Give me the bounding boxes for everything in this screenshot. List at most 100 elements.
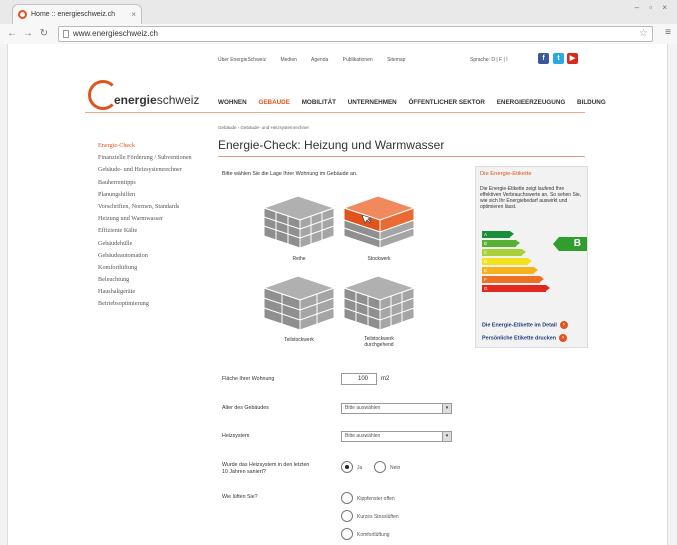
- sidebar-item-planungshilfen[interactable]: Planungshilfen: [98, 189, 210, 201]
- sidebar-nav: Energie-Check Finanzielle Förderung / Su…: [98, 140, 210, 311]
- logo-text: energieschweiz: [114, 93, 200, 107]
- reload-icon[interactable]: ↻: [38, 27, 50, 41]
- alter-select[interactable]: Bitte auswählen ▾: [341, 403, 452, 414]
- nav-gebaeude[interactable]: GEBÄUDE: [258, 99, 290, 106]
- browser-tab[interactable]: Home :: energieschweiz.ch ×: [12, 4, 142, 24]
- lueften-stossluften-radio[interactable]: [341, 510, 353, 522]
- main-navigation: WOHNEN GEBÄUDE MOBILITÄT UNTERNEHMEN ÖFF…: [218, 99, 616, 106]
- browser-toolbar: ← → ↻ www.energieschweiz.ch ☆ ≡: [0, 24, 677, 44]
- meta-link-sitemap[interactable]: Sitemap: [387, 57, 405, 63]
- chevron-down-icon: ▾: [442, 404, 451, 413]
- lueften-label: Wie lüften Sie?: [222, 494, 258, 500]
- etikette-text: Die Energie-Etikette zeigt laufend Ihre …: [480, 186, 582, 210]
- sidebar-item-foerderung[interactable]: Finanzielle Förderung / Subventionen: [98, 152, 210, 164]
- page-icon: [63, 30, 69, 38]
- alter-select-value: Bitte auswählen: [345, 405, 381, 411]
- energy-class-f: F: [482, 276, 544, 283]
- language-switcher[interactable]: Sprache: D | F | I: [470, 57, 508, 63]
- etikette-print-link[interactable]: Persönliche Etikette drucken ›: [482, 334, 567, 342]
- window-controls[interactable]: – ▫ ×: [635, 3, 671, 12]
- menu-icon[interactable]: ≡: [665, 27, 671, 38]
- address-bar[interactable]: www.energieschweiz.ch ☆: [58, 26, 653, 42]
- favicon-icon: [18, 10, 27, 19]
- meta-link-ueber[interactable]: Über EnergieSchweiz: [218, 57, 266, 63]
- nav-oeffentlicher-sektor[interactable]: ÖFFENTLICHER SEKTOR: [408, 99, 485, 106]
- saniert-nein-radio[interactable]: [374, 461, 386, 473]
- building-label-reihe: Reihe: [292, 256, 306, 262]
- heizsystem-select-value: Bitte auswählen: [345, 433, 381, 439]
- intro-text: Bitte wählen Sie die Lage Ihrer Wohnung …: [222, 171, 358, 177]
- nav-divider: [85, 112, 585, 113]
- saniert-ja-label: Ja: [357, 465, 363, 471]
- site-logo[interactable]: energieschweiz: [88, 80, 200, 114]
- sidebar-item-komfortlueftung[interactable]: Komfortlüftung: [98, 262, 210, 274]
- energy-class-d: D: [482, 258, 532, 265]
- sidebar-item-haushaltgeraete[interactable]: Haushaltgeräte: [98, 286, 210, 298]
- flaeche-unit: m2: [381, 376, 390, 382]
- nav-energieerzeugung[interactable]: ENERGIEERZEUGUNG: [497, 99, 566, 106]
- sidebar-item-beleuchtung[interactable]: Beleuchtung: [98, 274, 210, 286]
- building-label-teilstockwerk-durchgehend: Teilstockwerk durchgehend: [364, 336, 394, 348]
- page-scrollbar[interactable]: [667, 44, 677, 545]
- facebook-icon[interactable]: f: [538, 53, 549, 64]
- building-teilstockwerk-icon[interactable]: [260, 270, 338, 332]
- flaeche-input[interactable]: 100: [341, 373, 377, 385]
- energy-class-b: B: [482, 240, 520, 247]
- flaeche-label: Fläche Ihrer Wohnung: [222, 376, 275, 382]
- nav-unternehmen[interactable]: UNTERNEHMEN: [348, 99, 397, 106]
- sidebar-item-betriebsoptimierung[interactable]: Betriebsoptimierung: [98, 298, 210, 310]
- building-label-teilstockwerk: Teilstockwerk: [284, 337, 314, 343]
- lueften-stossluften-label: Kurzes Stosslüften: [357, 514, 399, 520]
- back-icon[interactable]: ←: [6, 27, 18, 41]
- title-divider: [218, 156, 585, 157]
- etikette-detail-link[interactable]: Die Energie-Etikette im Detail ›: [482, 321, 568, 329]
- chevron-down-icon: ▾: [442, 432, 451, 441]
- twitter-icon[interactable]: t: [553, 53, 564, 64]
- sidebar-item-gebaeudeautomation[interactable]: Gebäudeautomation: [98, 250, 210, 262]
- forward-icon[interactable]: →: [22, 27, 34, 41]
- browser-chrome: Home :: energieschweiz.ch × – ▫ × ← → ↻ …: [0, 0, 677, 44]
- lueften-komfortlueftung-radio[interactable]: [341, 528, 353, 540]
- saniert-nein-label: Nein: [390, 465, 401, 471]
- heizsystem-select[interactable]: Bitte auswählen ▾: [341, 431, 452, 442]
- sidebar-item-gebaeudehuelle[interactable]: Gebäudehülle: [98, 238, 210, 250]
- saniert-label: Wurde das Heizsystem in den letzten 10 Ja…: [222, 462, 310, 475]
- current-energy-class-badge: B: [553, 237, 587, 251]
- energy-class-a: A: [482, 231, 514, 238]
- arrow-right-icon: ›: [559, 334, 567, 342]
- tab-title: Home :: energieschweiz.ch: [31, 11, 116, 18]
- sidebar-item-kaelte[interactable]: Effiziente Kälte: [98, 225, 210, 237]
- nav-wohnen[interactable]: WOHNEN: [218, 99, 247, 106]
- nav-bildung[interactable]: BILDUNG: [577, 99, 606, 106]
- arrow-right-icon: ›: [559, 321, 568, 329]
- meta-navigation: Über EnergieSchweiz Medien Agenda Publik…: [218, 57, 418, 63]
- energy-class-g: G: [482, 285, 550, 292]
- lueften-kippfenster-label: Kippfenster offen: [357, 496, 395, 502]
- building-label-stockwerk: Stockwerk: [367, 256, 391, 262]
- energy-class-e: E: [482, 267, 538, 274]
- page-title: Energie-Check: Heizung und Warmwasser: [218, 138, 445, 152]
- youtube-icon[interactable]: ▶: [567, 53, 578, 64]
- star-icon[interactable]: ☆: [639, 27, 648, 41]
- sidebar-item-energie-check[interactable]: Energie-Check: [98, 140, 210, 152]
- meta-link-agenda[interactable]: Agenda: [311, 57, 328, 63]
- sidebar-item-vorschriften[interactable]: Vorschriften, Normen, Standards: [98, 201, 210, 213]
- page-gutter-left: [0, 44, 8, 545]
- building-stockwerk-icon[interactable]: [340, 190, 418, 250]
- building-teilstockwerk-durchgehend-icon[interactable]: [340, 270, 418, 332]
- sidebar-item-rechner[interactable]: Gebäude- und Heizsystemrechner: [98, 164, 210, 176]
- energy-class-c: C: [482, 249, 526, 256]
- meta-link-publikationen[interactable]: Publikationen: [343, 57, 373, 63]
- sidebar-item-bauherrentipps[interactable]: Bauherrentipps: [98, 177, 210, 189]
- breadcrumb[interactable]: Gebäude › Gebäude- und Heizsystemrechner: [218, 125, 309, 130]
- lueften-kippfenster-radio[interactable]: [341, 492, 353, 504]
- sidebar-item-heizung[interactable]: Heizung und Warmwasser: [98, 213, 210, 225]
- tab-close-icon[interactable]: ×: [131, 5, 136, 24]
- saniert-ja-radio[interactable]: [341, 461, 353, 473]
- heizsystem-label: Heizsystem: [222, 433, 250, 439]
- address-url: www.energieschweiz.ch: [73, 29, 158, 38]
- building-reihe-icon[interactable]: [260, 190, 338, 250]
- meta-link-medien[interactable]: Medien: [280, 57, 296, 63]
- nav-mobilitaet[interactable]: MOBILITÄT: [302, 99, 336, 106]
- lueften-komfortlueftung-label: Komfortlüftung: [357, 532, 390, 538]
